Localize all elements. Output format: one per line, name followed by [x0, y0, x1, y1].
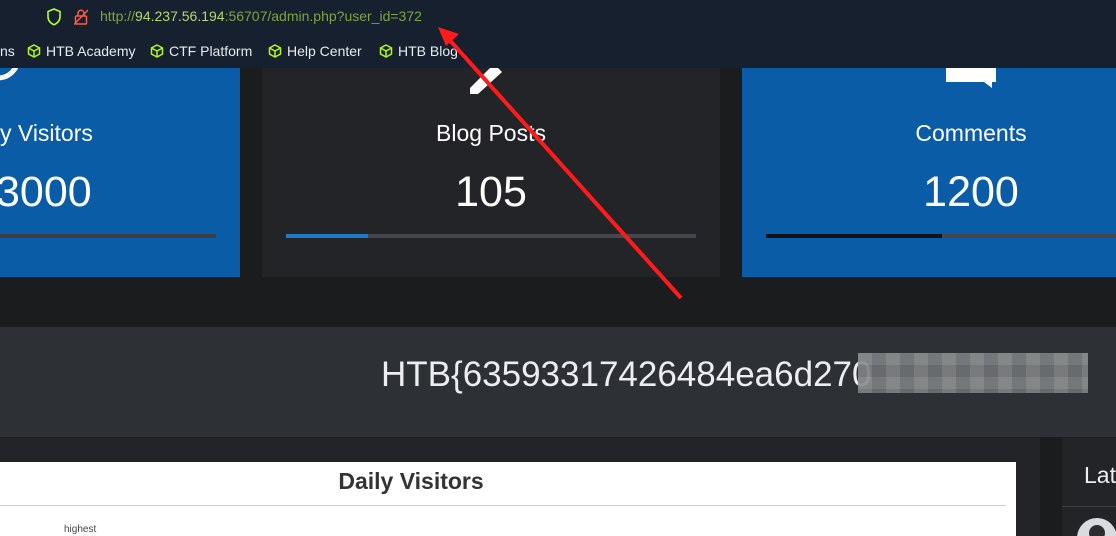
- url-host: 94.237.56.194: [135, 8, 225, 24]
- chart-note: highest: [64, 524, 97, 535]
- stat-value: 105: [455, 168, 527, 216]
- address-bar[interactable]: http://94.237.56.194:56707/admin.php?use…: [0, 0, 1116, 34]
- bookmark-label: HTB Blog: [398, 43, 458, 59]
- pencil-icon: [470, 68, 502, 94]
- htb-cube-icon: [150, 44, 164, 58]
- tracking-shield-icon[interactable]: [46, 8, 62, 26]
- stat-progress-fill: [766, 234, 942, 238]
- admin-dashboard: y Visitors 3000 Blog Posts 105 Comments …: [0, 68, 1116, 536]
- flag-text: HTB{63593317426484ea6d270: [381, 355, 872, 394]
- bookmark-truncated[interactable]: ns: [0, 42, 15, 60]
- bookmark-htb-blog[interactable]: HTB Blog: [379, 42, 458, 60]
- lower-section: Daily Visitors highest Lat: [0, 437, 1116, 536]
- stat-progress-fill: [0, 234, 216, 238]
- visitors-icon: [0, 68, 19, 81]
- daily-visitors-chart: Daily Visitors highest: [0, 462, 1016, 536]
- stat-progress-track: [766, 234, 1116, 238]
- url-prefix: http://: [100, 8, 136, 24]
- stat-progress-track: [286, 234, 696, 238]
- stat-progress-fill: [286, 234, 368, 238]
- bookmark-label: CTF Platform: [169, 43, 253, 59]
- stat-card-visitors: y Visitors 3000: [0, 68, 240, 277]
- insecure-lock-icon[interactable]: [74, 8, 88, 26]
- bookmark-htb-academy[interactable]: HTB Academy: [27, 42, 135, 60]
- bookmark-help-center[interactable]: Help Center: [268, 42, 362, 60]
- stat-value: 3000: [0, 168, 92, 216]
- bookmarks-bar: ns HTB Academy CTF Platform Help Center …: [0, 34, 1116, 68]
- daily-visitors-panel: Daily Visitors highest: [0, 438, 1040, 536]
- stat-card-comments: Comments 1200: [742, 68, 1116, 277]
- chart-divider: [0, 505, 1006, 506]
- bookmark-ctf-platform[interactable]: CTF Platform: [150, 42, 252, 60]
- htb-cube-icon: [268, 44, 282, 58]
- latest-title: Lat: [1084, 462, 1116, 488]
- bookmark-label: ns: [0, 43, 15, 59]
- chart-title: Daily Visitors: [338, 468, 484, 494]
- stat-title: Comments: [915, 120, 1027, 146]
- latest-divider: [1062, 506, 1116, 507]
- bookmark-label: HTB Academy: [46, 43, 136, 59]
- flag-panel: HTB{63593317426484ea6d270: [0, 327, 1116, 437]
- redacted-flag-pixelation: [858, 353, 1088, 393]
- stat-title: Blog Posts: [436, 120, 546, 146]
- url-text[interactable]: http://94.237.56.194:56707/admin.php?use…: [100, 8, 422, 24]
- stat-card-blog-posts: Blog Posts 105: [262, 68, 720, 277]
- comment-bubble-icon: [946, 68, 996, 88]
- stat-title: y Visitors: [0, 120, 93, 146]
- screen: http://94.237.56.194:56707/admin.php?use…: [0, 0, 1116, 536]
- bookmark-label: Help Center: [287, 43, 362, 59]
- stat-progress-track: [0, 234, 216, 238]
- htb-cube-icon: [379, 44, 393, 58]
- url-rest: :56707/admin.php?user_id=372: [224, 8, 422, 24]
- htb-cube-icon: [27, 44, 41, 58]
- stat-value: 1200: [923, 168, 1019, 216]
